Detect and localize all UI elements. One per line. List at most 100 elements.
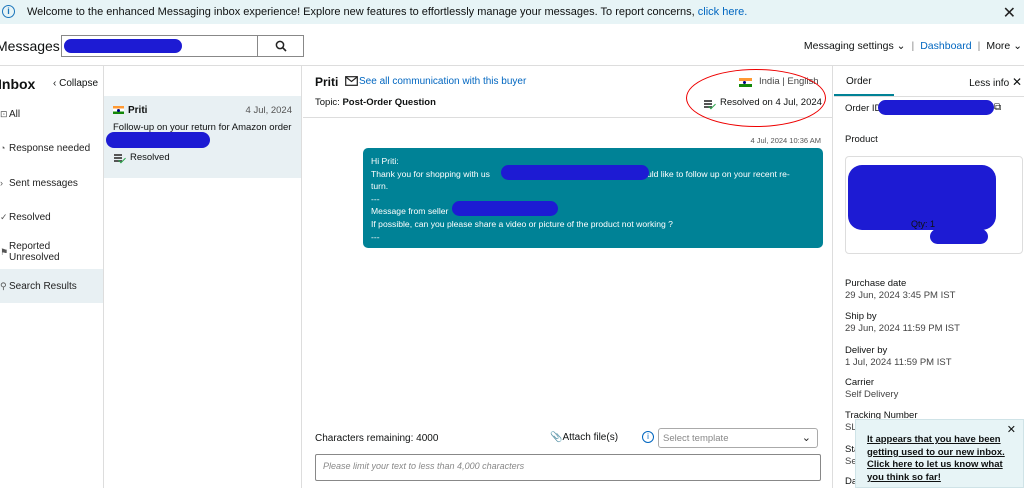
flag-icon: ⚑: [0, 246, 9, 257]
chevron-down-icon: ⌄: [896, 40, 906, 52]
alarm-icon: ◔: [0, 143, 6, 153]
message-line: If possible, can you please share a vide…: [371, 218, 673, 229]
top-nav: Messaging settings ⌄ | Dashboard | More …: [804, 40, 1022, 52]
redaction-mark: [106, 132, 210, 148]
sidebar-item-label: Reported Unresolved: [9, 241, 60, 263]
info-icon: i: [2, 5, 15, 18]
dashboard-link[interactable]: Dashboard: [920, 40, 971, 52]
collapse-label: Collapse: [59, 78, 99, 89]
message-textarea[interactable]: Please limit your text to less than 4,00…: [315, 454, 821, 481]
separator: |: [911, 40, 915, 52]
attach-files-button[interactable]: 📎Attach file(s): [550, 432, 618, 443]
message-thread: Priti See all communication with this bu…: [303, 66, 833, 488]
conversation-list: Priti 4 Jul, 2024 Follow-up on your retu…: [104, 66, 302, 488]
feedback-toast: It appears that you have been getting us…: [855, 419, 1024, 488]
feedback-link[interactable]: It appears that you have been getting us…: [867, 434, 1005, 483]
inbox-sidebar: Inbox ‹ Collapse ⊡ All ◔ Response needed ›…: [0, 66, 104, 488]
detail-value: Self Delivery: [845, 389, 899, 400]
topic-value: Post-Order Question: [342, 97, 436, 108]
copy-icon[interactable]: ⧉: [994, 102, 1001, 113]
deliver-by: Deliver by 1 Jul, 2024 11:59 PM IST: [845, 345, 952, 369]
topic: Topic: Post-Order Question: [315, 97, 436, 108]
inbox-title: Inbox: [0, 76, 36, 92]
message-bubble: Hi Priti: Thank you for shopping with us…: [363, 148, 823, 248]
message-timestamp: 4 Jul, 2024 10:36 AM: [750, 136, 821, 145]
detail-value: 1 Jul, 2024 11:59 PM IST: [845, 357, 952, 368]
resolved-icon: [114, 153, 126, 162]
product-card: Qty: 1: [845, 156, 1023, 254]
close-icon[interactable]: ✕: [1003, 3, 1016, 23]
textarea-placeholder: Please limit your text to less than 4,00…: [323, 461, 525, 471]
banner-link[interactable]: click here.: [698, 6, 748, 18]
messaging-settings-label: Messaging settings: [803, 40, 894, 52]
less-info-label: Less info: [969, 78, 1010, 89]
carrier: Carrier Self Delivery: [845, 377, 898, 401]
sidebar-item-label: Response needed: [9, 142, 91, 154]
page-title: Messages: [0, 38, 60, 54]
check-icon: ✓: [0, 211, 8, 222]
template-select[interactable]: Select template ⌄: [658, 428, 818, 448]
template-placeholder: Select template: [663, 433, 729, 444]
see-all-communication-link[interactable]: See all communication with this buyer: [359, 76, 526, 87]
all-icon: ⊡: [0, 108, 8, 119]
sidebar-item-all[interactable]: ⊡ All: [0, 97, 103, 131]
product-quantity: Qty: 1: [911, 219, 936, 229]
redaction-mark: [501, 165, 649, 180]
close-icon[interactable]: ✕: [1007, 424, 1016, 437]
chevron-down-icon: ⌄: [801, 432, 811, 444]
detail-label: Deliver by: [845, 345, 888, 356]
sidebar-item-reported-unresolved[interactable]: ⚑ Reported Unresolved: [0, 235, 103, 269]
close-icon: ✕: [1011, 75, 1022, 89]
redaction-mark: [930, 229, 988, 244]
chevron-down-icon: ⌄: [1013, 40, 1022, 52]
sidebar-item-label: Resolved: [9, 211, 51, 223]
redaction-mark: [878, 100, 994, 115]
sidebar-item-search-results[interactable]: ⚲ Search Results: [0, 269, 103, 303]
more-menu[interactable]: More ⌄: [986, 40, 1022, 52]
characters-remaining: Characters remaining: 4000: [315, 433, 439, 444]
envelope-icon: [345, 76, 358, 86]
info-icon[interactable]: i: [642, 431, 654, 443]
message-text: would like to follow up on your recent r…: [635, 168, 790, 179]
list-item[interactable]: Priti 4 Jul, 2024 Follow-up on your retu…: [104, 96, 301, 178]
separator: |: [977, 40, 981, 52]
purchase-date: Purchase date 29 Jun, 2024 3:45 PM IST: [845, 278, 955, 302]
more-label: More: [986, 40, 1011, 52]
sidebar-item-label: All: [9, 108, 21, 120]
message-line: turn.: [371, 181, 389, 192]
buyer-name: Priti: [315, 75, 339, 89]
topic-label: Topic:: [315, 97, 340, 108]
detail-value: 29 Jun, 2024 11:59 PM IST: [845, 323, 960, 334]
message-line: Message from seller: [371, 206, 449, 217]
search-icon: ⚲: [0, 280, 7, 291]
conversation-name: Priti: [128, 105, 148, 116]
ship-by: Ship by 29 Jun, 2024 11:59 PM IST: [845, 311, 960, 335]
product-label: Product: [845, 134, 878, 145]
sidebar-item-resolved[interactable]: ✓ Resolved: [0, 200, 103, 234]
conversation-date: 4 Jul, 2024: [245, 105, 292, 116]
india-flag-icon: [113, 106, 124, 114]
collapse-button[interactable]: ‹ Collapse: [53, 78, 98, 89]
order-id: Order ID: [845, 103, 881, 115]
search-icon: [275, 40, 287, 52]
sidebar-item-label: Sent messages: [9, 177, 78, 189]
search-button[interactable]: [257, 35, 304, 57]
messaging-settings-menu[interactable]: Messaging settings ⌄: [804, 40, 906, 52]
detail-label: Carrier: [845, 377, 875, 388]
tab-order[interactable]: Order: [834, 66, 894, 96]
order-id-label: Order ID: [845, 103, 882, 114]
sidebar-item-label: Search Results: [9, 280, 77, 292]
red-annotation-circle: [686, 69, 826, 127]
sidebar-item-response-needed[interactable]: ◔ Response needed: [0, 131, 103, 165]
detail-label: Purchase date: [845, 278, 907, 289]
tab-label: Order: [846, 76, 872, 87]
message-line: ---: [371, 231, 380, 242]
status-badge: Resolved: [130, 152, 170, 163]
attach-label: Attach file(s): [562, 432, 619, 443]
message-line: ---: [371, 193, 380, 204]
detail-label: Ship by: [845, 311, 877, 322]
sidebar-item-sent[interactable]: › Sent messages: [0, 166, 103, 200]
send-icon: ›: [0, 178, 3, 188]
less-info-button[interactable]: Less info ✕: [969, 75, 1022, 89]
divider: [834, 96, 1024, 97]
